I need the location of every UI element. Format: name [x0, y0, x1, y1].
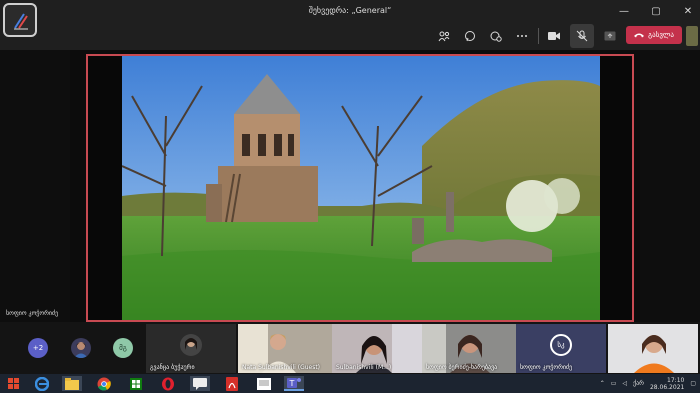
- screen-share: [86, 54, 634, 322]
- toolbar-icons: [438, 22, 528, 50]
- participant-tile[interactable]: გვანცა ბუჭაური: [146, 324, 236, 373]
- participant-initials[interactable]: მგ: [113, 338, 133, 358]
- participant-tile[interactable]: [608, 324, 698, 373]
- meeting-toolbar: გასვლა: [0, 22, 700, 50]
- shared-photo: [122, 56, 600, 320]
- participant-name: გვანცა ბუჭაური: [150, 364, 195, 371]
- chat-app-icon[interactable]: [190, 376, 210, 391]
- participant-name: სოფიო კოჭორიძე: [520, 364, 573, 371]
- system-tray: ⌃ ▭ ◁ ქარ 17:10 28.06.2021 ▢: [600, 374, 696, 393]
- participant-tile[interactable]: Sulbanishvili (M...): [332, 324, 422, 373]
- minimize-button[interactable]: —: [618, 6, 630, 17]
- windows-taskbar: T ⌃ ▭ ◁ ქარ 17:10 28.06.2021 ▢: [0, 374, 700, 393]
- participant-tile[interactable]: Nata Sulbanishvili (Guest): [238, 324, 332, 373]
- leave-label: გასვლა: [648, 31, 674, 39]
- participant-video-left: სოფიო კოჭორიძე: [0, 50, 70, 322]
- pen-tool-icon[interactable]: [3, 3, 37, 37]
- leave-button[interactable]: გასვლა: [626, 26, 682, 44]
- notifications-icon[interactable]: ▢: [690, 380, 696, 387]
- participant-avatar: [180, 334, 202, 356]
- title-bar: შეხვედრა: „General“ — ▢ ✕: [0, 0, 700, 22]
- participant-video-right: [640, 50, 700, 322]
- participant-avatar[interactable]: [71, 338, 91, 358]
- file-explorer-icon[interactable]: [62, 376, 82, 391]
- mute-button[interactable]: [570, 24, 594, 48]
- chrome-icon[interactable]: [94, 376, 114, 391]
- chat-icon[interactable]: [464, 30, 476, 42]
- more-icon[interactable]: [516, 30, 528, 42]
- window-controls: — ▢ ✕: [618, 0, 694, 22]
- start-button[interactable]: [4, 376, 24, 391]
- tray-chevron-icon[interactable]: ⌃: [600, 380, 605, 387]
- participant-name: სოფიო კოჭორიძე: [6, 310, 59, 317]
- network-icon[interactable]: ▭: [611, 380, 617, 387]
- share-icon[interactable]: [604, 30, 616, 42]
- meeting-stage: სოფიო კოჭორიძე: [0, 50, 700, 322]
- edge-icon[interactable]: [32, 376, 52, 391]
- windows-logo-icon: [8, 377, 19, 389]
- participant-name: Nata Sulbanishvili (Guest): [242, 364, 321, 371]
- opera-icon[interactable]: [158, 376, 178, 391]
- store-icon[interactable]: [126, 376, 146, 391]
- participant-strip: +2 მგ გვანცა ბუჭაური Nata Sulbanishvili …: [0, 322, 700, 374]
- toolbar-divider: [538, 28, 539, 44]
- people-icon[interactable]: [438, 30, 450, 42]
- toolbar-av-controls: [548, 22, 616, 50]
- slides-icon[interactable]: [254, 376, 274, 391]
- volume-icon[interactable]: ◁: [622, 380, 627, 387]
- mic-off-icon: [576, 30, 588, 42]
- more-participants-button[interactable]: +2: [28, 338, 48, 358]
- participant-tile[interactable]: სკ სოფიო კოჭორიძე: [516, 324, 606, 373]
- side-panel-handle[interactable]: [686, 26, 698, 46]
- teams-icon[interactable]: T: [284, 376, 304, 391]
- teams-meeting-window: შეხვედრა: „General“ — ▢ ✕ გასვლა სოფიო კ…: [0, 0, 700, 393]
- camera-icon[interactable]: [548, 30, 560, 42]
- acrobat-icon[interactable]: [222, 376, 242, 391]
- close-button[interactable]: ✕: [682, 6, 694, 17]
- reactions-icon[interactable]: [490, 30, 502, 42]
- svg-text:T: T: [289, 379, 295, 388]
- participant-name: სოფიო ბერიძე-ხარებავა: [426, 364, 498, 371]
- clock[interactable]: 17:10 28.06.2021: [650, 377, 684, 391]
- language-indicator[interactable]: ქარ: [633, 380, 644, 387]
- clock-date: 28.06.2021: [649, 383, 685, 391]
- clock-time: 17:10: [667, 376, 685, 384]
- participant-video: [608, 324, 698, 373]
- window-title: შეხვედრა: „General“: [308, 6, 392, 15]
- participant-name: Sulbanishvili (M...): [336, 364, 392, 371]
- participant-tile[interactable]: სოფიო ბერიძე-ხარებავა: [422, 324, 516, 373]
- participant-initials: სკ: [550, 334, 572, 356]
- maximize-button[interactable]: ▢: [650, 6, 662, 17]
- phone-icon: [634, 33, 645, 38]
